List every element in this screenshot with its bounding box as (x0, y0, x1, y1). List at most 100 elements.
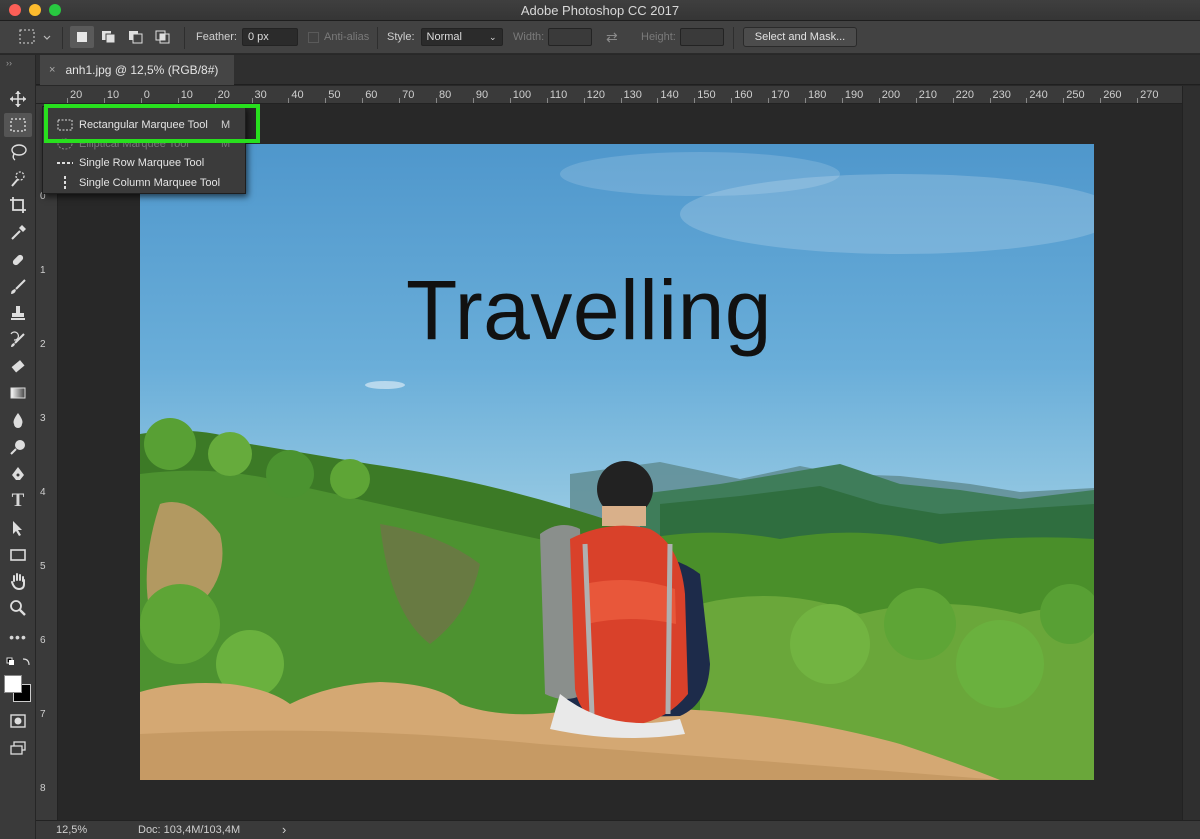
select-and-mask-button[interactable]: Select and Mask... (743, 27, 857, 47)
width-input[interactable] (548, 28, 593, 46)
gradient-tool-icon[interactable] (4, 381, 32, 405)
zoom-tool-icon[interactable] (4, 596, 32, 620)
row-marquee-icon (57, 157, 73, 169)
ruler-tick-mark (103, 98, 105, 103)
ruler-tick-label: 270 (1140, 89, 1159, 101)
title-bar: Adobe Photoshop CC 2017 (0, 0, 1200, 21)
foreground-color-swatch[interactable] (4, 675, 22, 693)
ruler-tick-label: 40 (291, 89, 304, 101)
rectangular-marquee-tool-icon[interactable] (4, 113, 32, 137)
column-marquee-icon (57, 175, 73, 190)
ruler-tick-mark (805, 98, 806, 103)
ruler-tick-mark (251, 98, 253, 103)
hand-tool-icon[interactable] (4, 569, 32, 593)
status-menu-arrow[interactable]: › (282, 822, 286, 837)
document-canvas-image[interactable]: Travelling (140, 144, 1094, 780)
ruler-tick-mark (583, 98, 585, 103)
canvas-overlay-text[interactable]: Travelling (406, 262, 772, 359)
ruler-tick-mark (952, 98, 954, 103)
ruler-tick-label: 130 (623, 89, 642, 101)
more-tools-icon[interactable]: ••• (4, 625, 32, 649)
ruler-tick-label: 170 (771, 89, 790, 101)
app-title: Adobe Photoshop CC 2017 (520, 3, 680, 18)
move-tool-icon[interactable] (4, 87, 32, 111)
ruler-tick-label: 90 (475, 89, 489, 101)
new-selection-button[interactable] (70, 26, 94, 48)
quick-selection-tool-icon[interactable] (4, 167, 32, 191)
document-tab[interactable]: × anh1.jpg @ 12,5% (RGB/8#) (40, 55, 234, 85)
style-label: Style: (387, 31, 415, 43)
ruler-tick-label: 10 (180, 89, 193, 101)
vertical-ruler: 0123456789 (36, 104, 58, 820)
ruler-tick-label: 150 (697, 89, 716, 101)
ruler-tick-label: 180 (808, 89, 827, 101)
ruler-tick-label: 50 (328, 89, 341, 101)
feather-input[interactable]: 0 px (241, 28, 298, 46)
ruler-tick-label: 210 (918, 89, 938, 101)
type-tool-icon[interactable]: T (4, 489, 32, 513)
options-bar: Feather: 0 px Anti-alias Style: Normal ⌄… (0, 21, 1200, 54)
path-selection-tool-icon[interactable] (4, 516, 32, 540)
tool-preset-picker[interactable] (16, 27, 56, 47)
ruler-tick-label: 230 (992, 89, 1011, 101)
ruler-tick-mark (1026, 98, 1028, 103)
ruler-tick-label: 220 (955, 89, 974, 101)
add-to-selection-button[interactable] (97, 26, 121, 48)
subtract-from-selection-button[interactable] (124, 26, 148, 48)
close-tab-icon[interactable]: × (49, 64, 55, 76)
clone-stamp-tool-icon[interactable] (4, 301, 32, 325)
zoom-level[interactable]: 12,5% (56, 824, 87, 836)
dodge-tool-icon[interactable] (4, 435, 32, 459)
brush-tool-icon[interactable] (4, 275, 32, 299)
pen-tool-icon[interactable] (4, 462, 32, 486)
ruler-tick-mark (989, 98, 991, 103)
ruler-tick-label: 2 (40, 339, 46, 350)
ruler-tick-label: 4 (40, 487, 46, 498)
flyout-item-label: Single Column Marquee Tool (79, 176, 221, 189)
ruler-tick-label: 6 (40, 635, 46, 646)
ruler-tick-mark (1100, 98, 1102, 103)
ruler-tick-mark (841, 98, 843, 103)
anti-alias-checkbox[interactable] (308, 31, 319, 43)
highlight-box (44, 104, 260, 143)
quick-mask-icon[interactable] (4, 709, 32, 733)
feather-label: Feather: (196, 31, 237, 43)
eyedropper-tool-icon[interactable] (4, 221, 32, 245)
ruler-tick-label: 8 (40, 783, 46, 794)
default-colors-icon[interactable] (4, 651, 34, 675)
ruler-tick-mark (620, 98, 622, 103)
intersect-selection-button[interactable] (151, 26, 175, 48)
ruler-tick-mark (67, 98, 68, 103)
crop-tool-icon[interactable] (4, 193, 32, 217)
ruler-tick-mark (509, 98, 511, 103)
vertical-scrollbar[interactable] (1182, 86, 1200, 820)
ruler-tick-label: 1 (40, 265, 46, 276)
flyout-item-single-column-marquee[interactable]: Single Column Marquee Tool (43, 173, 245, 192)
ruler-tick-label: 3 (40, 413, 46, 424)
collapse-panel-icon[interactable]: ›› (6, 58, 12, 68)
flyout-item-single-row-marquee[interactable]: Single Row Marquee Tool (43, 153, 245, 172)
ruler-tick-label: 120 (586, 89, 605, 101)
ruler-tick-mark (288, 98, 290, 103)
history-brush-tool-icon[interactable] (4, 328, 32, 352)
ruler-tick-mark (915, 98, 917, 103)
ruler-tick-mark (694, 98, 696, 103)
swap-dimensions-icon[interactable]: ⇄ (606, 29, 618, 46)
color-swatches[interactable] (4, 675, 31, 702)
lasso-tool-icon[interactable] (4, 140, 32, 164)
separator (184, 27, 185, 49)
eraser-tool-icon[interactable] (4, 355, 32, 379)
horizontal-ruler: 20 10 0 10 20 30 40 50 60 70 80 90 100 110 120 130 140 15… (36, 86, 1182, 104)
healing-brush-tool-icon[interactable] (4, 248, 32, 272)
landscape-photo (140, 152, 1094, 780)
blur-tool-icon[interactable] (4, 408, 32, 432)
ruler-tick-label: 160 (734, 89, 753, 101)
screen-mode-icon[interactable] (4, 736, 32, 760)
ruler-tick-mark (878, 98, 880, 103)
rectangle-tool-icon[interactable] (4, 543, 32, 567)
chevron-down-icon: ⌄ (488, 31, 497, 42)
ruler-tick-label: 100 (512, 89, 532, 101)
style-select[interactable]: Normal ⌄ (420, 28, 503, 46)
height-input[interactable] (679, 28, 724, 46)
style-value: Normal (426, 31, 462, 43)
